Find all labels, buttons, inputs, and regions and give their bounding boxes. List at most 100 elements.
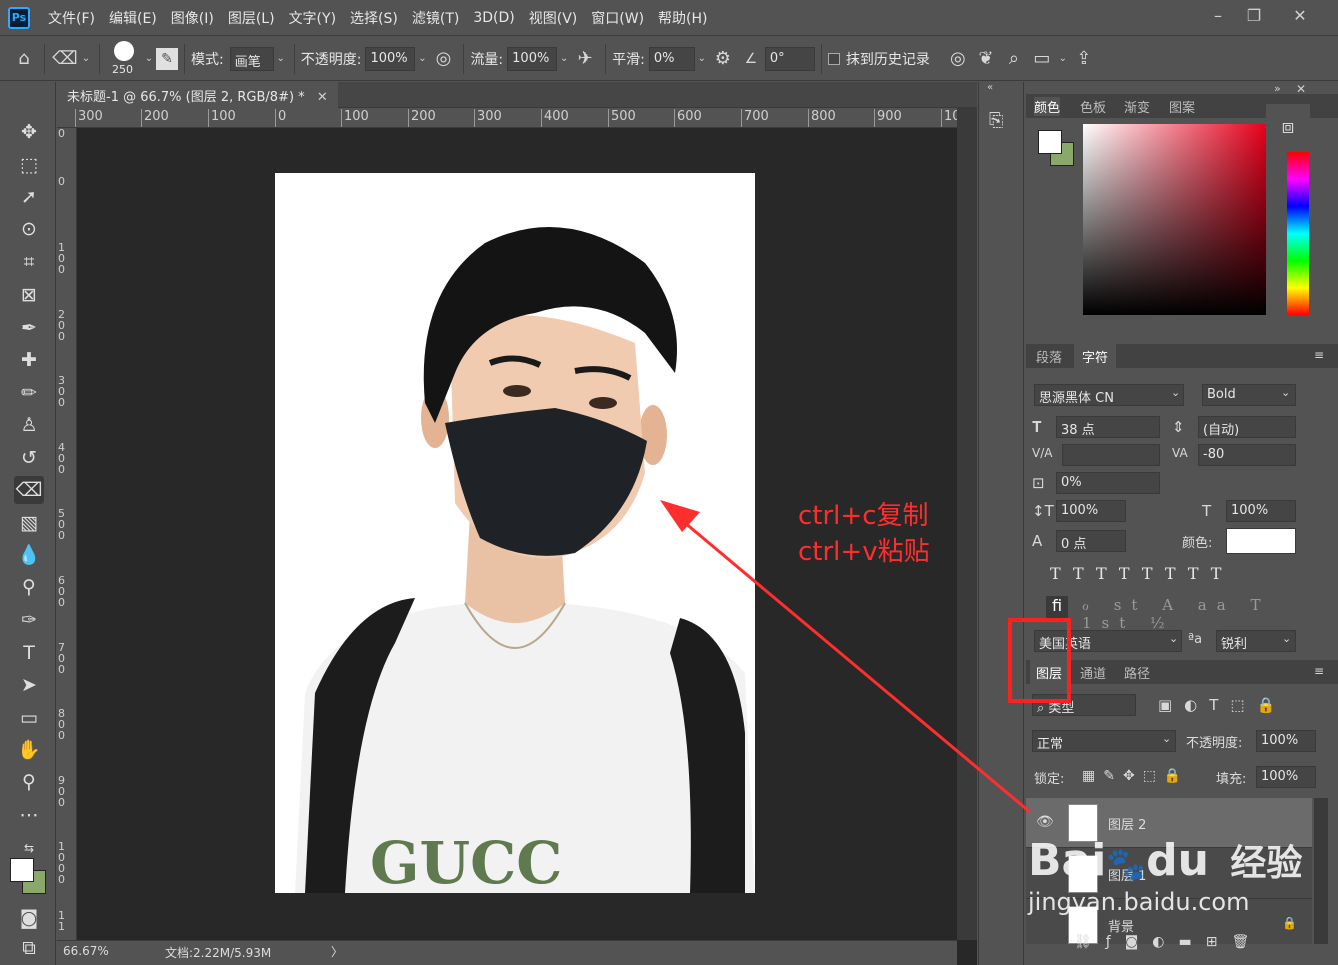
panel-menu-icon[interactable]: ≡ (1314, 348, 1324, 362)
canvas-scrollbar[interactable] (957, 108, 977, 940)
flow-input[interactable]: 100% (507, 46, 558, 71)
eraser-tool-icon[interactable]: ⌫ (51, 45, 79, 73)
menu-type[interactable]: 文字(Y) (289, 8, 336, 28)
panel-menu-icon[interactable]: ≡ (1314, 664, 1324, 678)
symmetry-icon[interactable]: ❦ (972, 45, 1000, 73)
menu-help[interactable]: 帮助(H) (658, 8, 707, 28)
menu-view[interactable]: 视图(V) (529, 8, 578, 28)
smooth-dropdown[interactable]: ⌄ (695, 47, 709, 71)
tab-character[interactable]: 字符 (1074, 344, 1117, 369)
quick-select-tool-icon[interactable]: ⊙ (14, 215, 44, 243)
zoom-tool-icon[interactable]: ⚲ (14, 768, 44, 796)
horizontal-scale-input[interactable]: 100% (1226, 500, 1296, 522)
font-family-select[interactable]: 思源黑体 CN (1034, 384, 1184, 406)
hue-slider[interactable] (1287, 152, 1309, 315)
text-color-swatch[interactable] (1226, 528, 1296, 554)
workspace-icon[interactable]: ▭ (1028, 45, 1056, 73)
menu-image[interactable]: 图像(I) (171, 8, 214, 28)
lock-icons[interactable]: ▦✎✥⬚🔒 (1082, 768, 1189, 784)
menu-3d[interactable]: 3D(D) (473, 10, 514, 26)
eyedropper-tool-icon[interactable]: ✒ (14, 314, 44, 342)
panel-foreground-swatch[interactable] (1038, 130, 1062, 154)
pen-tool-icon[interactable]: ✑ (14, 606, 44, 634)
eraser-tool-icon[interactable]: ⌫ (14, 476, 44, 504)
opacity-dropdown[interactable]: ⌄ (415, 47, 429, 71)
mode-select[interactable]: 画笔 (229, 46, 274, 71)
clone-stamp-tool-icon[interactable]: ♙ (14, 411, 44, 439)
zoom-level[interactable]: 66.67% (63, 944, 109, 958)
menu-select[interactable]: 选择(S) (350, 8, 398, 28)
opentype-buttons[interactable]: ℴ st A aa T 1st ½ (1082, 596, 1338, 632)
brush-tool-icon[interactable]: ✏ (14, 379, 44, 407)
tab-paths[interactable]: 路径 (1124, 663, 1150, 682)
close-tab-icon[interactable]: ✕ (317, 90, 328, 105)
menu-layer[interactable]: 图层(L) (228, 8, 275, 28)
tool-preset-dropdown[interactable]: ⌄ (79, 47, 93, 71)
flow-dropdown[interactable]: ⌄ (557, 47, 571, 71)
frame-tool-icon[interactable]: ⊠ (14, 281, 44, 309)
layer-bottom-icons[interactable]: ⛓ƒ◙◐▬⊞🗑 (1074, 934, 1263, 950)
color-picker-field[interactable] (1083, 124, 1266, 315)
hand-tool-icon[interactable]: ✋ (14, 736, 44, 764)
eye-icon[interactable]: 👁 (1036, 814, 1054, 830)
tab-gradients[interactable]: 渐变 (1124, 97, 1150, 116)
airbrush-icon[interactable]: ✈ (571, 45, 599, 73)
brush-settings-icon[interactable]: ✎ (156, 47, 178, 70)
history-brush-tool-icon[interactable]: ↺ (14, 444, 44, 472)
erase-history-checkbox[interactable] (827, 52, 840, 65)
path-select-tool-icon[interactable]: ➤ (14, 671, 44, 699)
pressure-opacity-icon[interactable]: ◎ (429, 45, 457, 73)
lasso-tool-icon[interactable]: ➚ (14, 183, 44, 211)
type-tool-icon[interactable]: T (14, 639, 44, 667)
opacity-input[interactable]: 100% (365, 46, 416, 71)
home-icon[interactable]: ⌂ (10, 45, 38, 73)
gradient-tool-icon[interactable]: ▧ (14, 509, 44, 537)
tab-channels[interactable]: 通道 (1080, 663, 1106, 682)
rectangle-tool-icon[interactable]: ▭ (14, 704, 44, 732)
fill-input[interactable]: 100% (1256, 766, 1316, 788)
kerning-input[interactable] (1062, 444, 1160, 466)
status-arrow-icon[interactable]: 〉 (331, 943, 343, 960)
blend-mode-select[interactable]: 正常 (1032, 730, 1176, 752)
menu-file[interactable]: 文件(F) (48, 8, 95, 28)
layers-scrollbar[interactable] (1314, 798, 1328, 944)
document-tab[interactable]: 未标题-1 @ 66.7% (图层 2, RGB/8#) * ✕ (57, 82, 338, 108)
history-panel-icon[interactable]: ⎘ (989, 110, 1003, 131)
share-icon[interactable]: ⇪ (1070, 45, 1098, 73)
dodge-tool-icon[interactable]: ⚲ (14, 573, 44, 601)
chevron-down-icon[interactable]: ⌄ (1281, 386, 1290, 399)
vertical-scale-input[interactable]: 100% (1056, 500, 1126, 522)
workspace-dropdown[interactable]: ⌄ (1056, 47, 1070, 71)
font-size-input[interactable]: 38 点 (1056, 416, 1160, 438)
tsume-input[interactable]: 0% (1056, 472, 1160, 494)
tracking-input[interactable]: -80 (1198, 444, 1296, 466)
pressure-size-icon[interactable]: ◎ (944, 45, 972, 73)
minimize-button[interactable]: – (1204, 3, 1232, 31)
healing-brush-tool-icon[interactable]: ✚ (14, 346, 44, 374)
type-style-buttons[interactable]: TTTTTTTT (1050, 564, 1233, 583)
libraries-icon[interactable]: ⧈ (1266, 104, 1310, 148)
marquee-tool-icon[interactable]: ⬚ (14, 151, 44, 179)
mode-dropdown[interactable]: ⌄ (274, 47, 288, 71)
baseline-shift-input[interactable]: 0 点 (1056, 530, 1126, 552)
smooth-input[interactable]: 0% (648, 46, 695, 71)
chevron-down-icon[interactable]: ⌄ (1282, 632, 1291, 645)
menu-filter[interactable]: 滤镜(T) (412, 8, 459, 28)
leading-input[interactable]: (自动) (1198, 416, 1296, 438)
brush-dropdown[interactable]: ⌄ (142, 47, 156, 71)
chevron-down-icon[interactable]: ⌄ (1171, 386, 1180, 399)
close-button[interactable]: ✕ (1286, 3, 1314, 31)
chevron-down-icon[interactable]: ⌄ (1162, 732, 1171, 745)
tab-swatches[interactable]: 色板 (1080, 97, 1106, 116)
blur-tool-icon[interactable]: 💧 (14, 541, 44, 569)
tab-paragraph[interactable]: 段落 (1036, 347, 1062, 366)
layer-filter-icons[interactable]: ▣◐T⬚🔒 (1158, 696, 1287, 714)
document-canvas[interactable]: GUCC (275, 173, 755, 893)
maximize-button[interactable]: ❐ (1240, 3, 1268, 31)
more-tools-icon[interactable]: ⋯ (14, 801, 44, 829)
brush-preset-picker[interactable]: 250 (106, 39, 142, 79)
layer-opacity-input[interactable]: 100% (1256, 730, 1316, 752)
screen-mode-icon[interactable]: ⧉ (14, 934, 44, 962)
menu-window[interactable]: 窗口(W) (591, 8, 644, 28)
angle-input[interactable]: 0° (764, 46, 815, 71)
